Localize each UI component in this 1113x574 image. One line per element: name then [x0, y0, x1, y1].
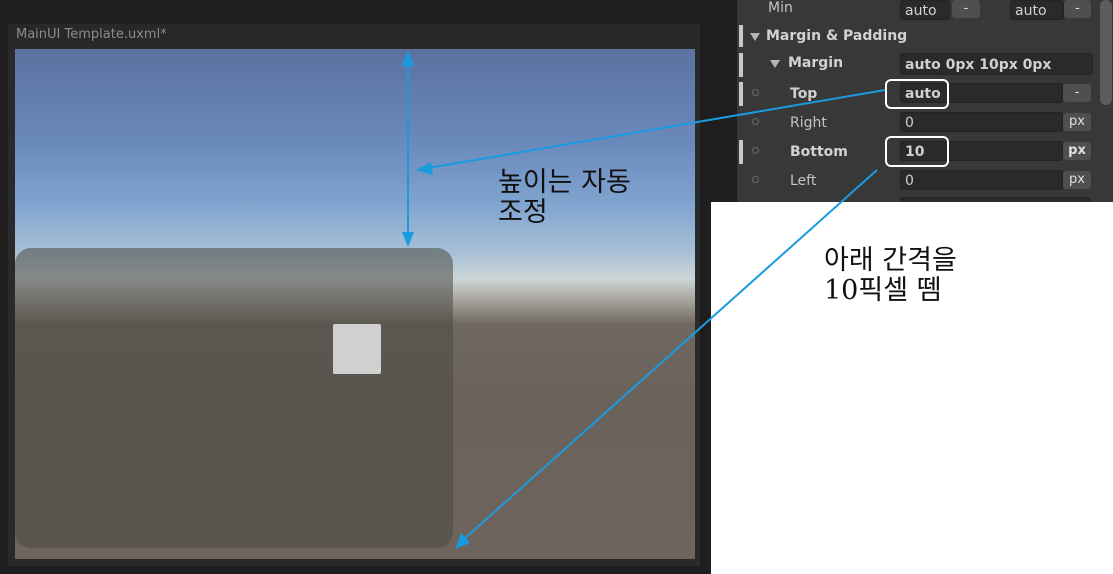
top-to-height-arrow-head: [416, 162, 433, 175]
annotation-arrows: [402, 50, 886, 549]
height-arrow-up-head: [402, 50, 414, 66]
bottom-to-panel-arrow-line: [462, 169, 878, 541]
top-to-height-arrow-line: [427, 89, 886, 169]
height-arrow-down-head: [402, 232, 414, 247]
